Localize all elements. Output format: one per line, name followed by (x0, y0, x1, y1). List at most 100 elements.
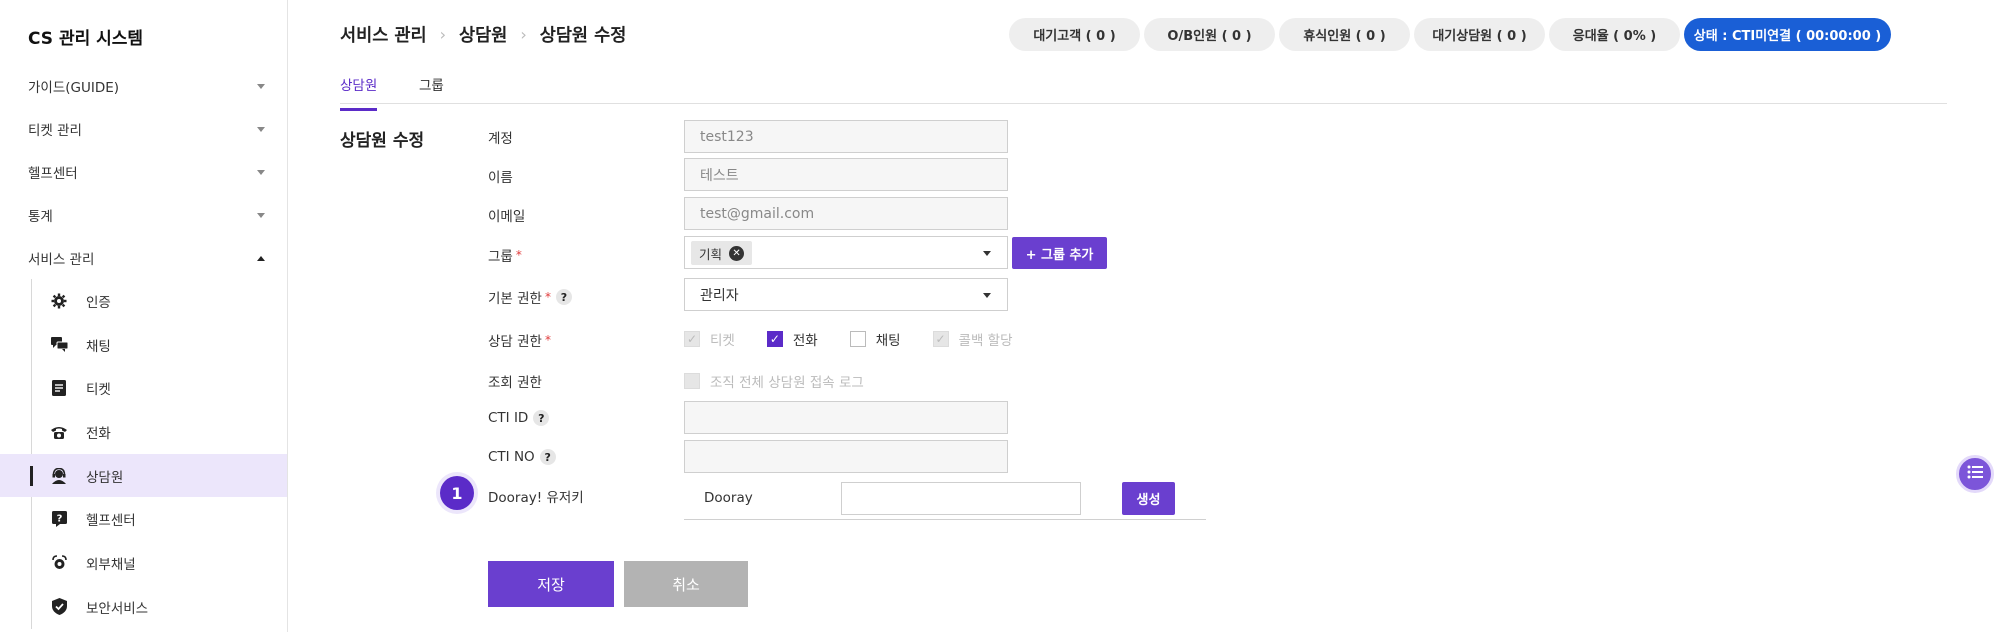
checkbox-checked[interactable]: ✓ (766, 331, 783, 347)
cti-status-button[interactable]: 상태 : CTI미연결 ( 00:00:00 ) (1684, 18, 1891, 51)
chevron-up-icon (257, 255, 265, 261)
close-icon[interactable]: ✕ (729, 245, 745, 261)
sidebar-subitem-agent[interactable]: 상담원 (0, 453, 287, 498)
sidebar-item-helpcenter[interactable]: 헬프센터 (0, 150, 287, 193)
gear-icon (49, 291, 69, 311)
sidebar-subitem-label: 상담원 (86, 469, 124, 486)
tab-groups[interactable]: 그룹 (419, 74, 444, 104)
sidebar-menu: 가이드(GUIDE) 티켓 관리 헬프센터 통계 서비스 관리 인증 채팅 티켓… (0, 64, 287, 629)
breadcrumb-current: 상담원 수정 (539, 26, 627, 46)
chat-icon (49, 335, 69, 355)
consult-checkbox-group: ✓ 티켓 ✓ 전화 채팅 ✓ 콜백 할당 (684, 329, 1045, 349)
account-label: 계정 (488, 131, 513, 147)
breadcrumb-item[interactable]: 상담원 (459, 22, 507, 47)
cti-no-field (684, 440, 1008, 473)
sidebar-subitem-label: 보안서비스 (86, 600, 149, 617)
cti-no-label: CTI NO? (488, 449, 556, 465)
sidebar-subitem-label: 인증 (86, 294, 111, 311)
email-field: test@gmail.com (684, 197, 1008, 230)
waiting-customers-pill: 대기고객 ( 0 ) (1009, 18, 1140, 51)
dooray-field-label: Dooray (704, 490, 753, 506)
cti-id-field (684, 401, 1008, 434)
status-bar: 대기고객 ( 0 ) O/B인원 ( 0 ) 휴식인원 ( 0 ) 대기상담원 … (1009, 18, 1891, 51)
view-option-org-log: 조직 전체 상담원 접속 로그 (684, 371, 864, 391)
role-value: 관리자 (700, 287, 739, 304)
sidebar-subitem-label: 외부채널 (86, 556, 136, 573)
role-label: 기본 권한 *? (488, 287, 572, 307)
name-label: 이름 (488, 170, 513, 186)
consult-option-chat[interactable]: 채팅 (849, 329, 901, 349)
required-mark: * (515, 248, 522, 262)
sidebar-item-label: 헬프센터 (28, 165, 78, 182)
agent-icon (49, 466, 69, 486)
add-group-button[interactable]: + 그룹 추가 (1012, 237, 1107, 269)
sidebar-subitem-ticket[interactable]: 티켓 (0, 366, 287, 410)
step-badge: 1 (440, 476, 474, 510)
app-title: CS 관리 시스템 (28, 29, 144, 49)
sidebar-subitem-label: 헬프센터 (86, 513, 136, 530)
checkbox-checked-disabled: ✓ (684, 331, 700, 347)
sidebar-subitem-helpcenter[interactable]: ? 헬프센터 (0, 497, 287, 541)
checkbox-checked-disabled: ✓ (932, 331, 949, 347)
chevron-down-icon (257, 126, 265, 132)
account-field: test123 (684, 120, 1008, 153)
sidebar-item-label: 가이드(GUIDE) (28, 79, 120, 96)
section-title: 상담원 수정 (340, 131, 425, 151)
chevron-down-icon (257, 212, 265, 218)
sidebar: CS 관리 시스템 가이드(GUIDE) 티켓 관리 헬프센터 통계 서비스 관… (0, 0, 288, 632)
phone-icon (49, 422, 69, 442)
floating-menu-button[interactable] (1956, 455, 1994, 493)
sidebar-subitem-label: 채팅 (86, 338, 111, 355)
sidebar-subitem-external-channel[interactable]: 외부채널 (0, 541, 287, 585)
group-chip-label: 기획 (699, 246, 723, 262)
chevron-right-icon: › (439, 25, 446, 44)
help-icon: ? (49, 509, 69, 529)
response-rate-pill: 응대율 ( 0% ) (1549, 18, 1680, 51)
sidebar-item-statistics[interactable]: 통계 (0, 193, 287, 236)
sidebar-subitem-phone[interactable]: 전화 (0, 410, 287, 454)
checkbox-label: 채팅 (875, 333, 901, 349)
save-button[interactable]: 저장 (488, 561, 614, 607)
checkbox-label: 티켓 (710, 333, 735, 349)
sidebar-subitem-label: 티켓 (86, 382, 111, 399)
view-checkbox-group: 조직 전체 상담원 접속 로그 (684, 371, 896, 391)
group-select[interactable]: 기획 ✕ (684, 236, 1008, 269)
name-field: 테스트 (684, 158, 1008, 191)
group-label: 그룹 * (488, 248, 522, 265)
group-chip: 기획 ✕ (691, 241, 753, 265)
checkbox-unchecked[interactable] (849, 331, 866, 347)
dooray-key-input[interactable] (841, 482, 1081, 515)
required-mark: * (544, 333, 551, 347)
ticket-icon (49, 378, 69, 398)
sidebar-subitem-security[interactable]: 보안서비스 (0, 585, 287, 629)
sidebar-item-guide[interactable]: 가이드(GUIDE) (0, 64, 287, 107)
chevron-down-icon (983, 292, 991, 298)
chevron-down-icon (257, 169, 265, 175)
help-icon[interactable]: ? (555, 289, 572, 305)
checkbox-disabled (684, 373, 700, 389)
cancel-button[interactable]: 취소 (624, 561, 748, 607)
generate-button[interactable]: 생성 (1122, 482, 1175, 515)
required-mark: * (544, 290, 551, 304)
account-value: test123 (700, 128, 754, 145)
email-label: 이메일 (488, 209, 526, 225)
sidebar-subitem-chat[interactable]: 채팅 (0, 323, 287, 367)
role-select[interactable]: 관리자 (684, 278, 1008, 311)
sidebar-item-service-management[interactable]: 서비스 관리 (0, 236, 287, 279)
consult-option-callback: ✓ 콜백 할당 (932, 329, 1013, 349)
help-icon[interactable]: ? (539, 449, 556, 465)
sidebar-item-label: 서비스 관리 (28, 251, 95, 268)
sidebar-subitem-auth[interactable]: 인증 (0, 279, 287, 323)
sidebar-item-label: 통계 (28, 208, 53, 225)
checkbox-label: 조직 전체 상담원 접속 로그 (710, 375, 864, 391)
consult-option-phone[interactable]: ✓ 전화 (766, 329, 818, 349)
sidebar-item-label: 티켓 관리 (28, 122, 82, 139)
checkbox-label: 전화 (792, 333, 818, 349)
ob-agents-pill: O/B인원 ( 0 ) (1144, 18, 1275, 51)
help-icon[interactable]: ? (533, 410, 550, 426)
sidebar-item-ticket-management[interactable]: 티켓 관리 (0, 107, 287, 150)
breadcrumb-item[interactable]: 서비스 관리 (340, 22, 427, 47)
break-agents-pill: 휴식인원 ( 0 ) (1279, 18, 1410, 51)
tab-bar: 상담원 그룹 (340, 68, 1947, 111)
tab-agents[interactable]: 상담원 (340, 74, 378, 111)
